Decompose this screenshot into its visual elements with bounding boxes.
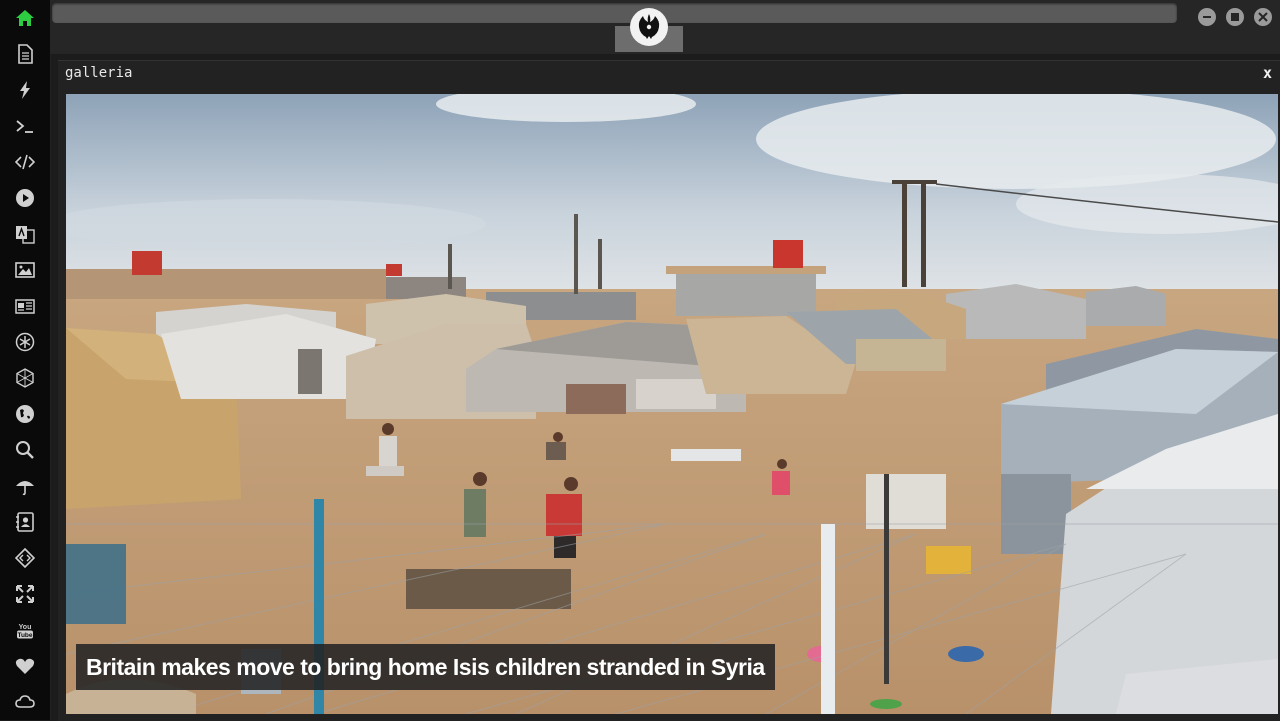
maximize-button[interactable] xyxy=(1226,8,1244,26)
hexagon-icon[interactable] xyxy=(0,363,50,393)
home-icon[interactable] xyxy=(0,3,50,33)
gallery-window: galleria x Britain makes move to bring h… xyxy=(58,60,1280,721)
lightning-icon[interactable] xyxy=(0,75,50,105)
youtube-icon[interactable]: You Tube xyxy=(0,615,50,645)
close-window-button[interactable] xyxy=(1254,8,1272,26)
document-icon[interactable] xyxy=(0,39,50,69)
diamond-code-icon[interactable] xyxy=(0,543,50,573)
contact-icon[interactable] xyxy=(0,507,50,537)
globe-icon[interactable] xyxy=(0,399,50,429)
top-bar xyxy=(50,0,1280,54)
close-gallery-button[interactable]: x xyxy=(1263,64,1272,82)
search-icon[interactable] xyxy=(0,435,50,465)
play-icon[interactable] xyxy=(0,183,50,213)
terminal-icon[interactable] xyxy=(0,111,50,141)
news-icon[interactable] xyxy=(0,291,50,321)
image-icon[interactable] xyxy=(0,255,50,285)
cloud-icon[interactable] xyxy=(0,687,50,717)
asterisk-icon[interactable] xyxy=(0,327,50,357)
svg-text:You: You xyxy=(19,624,32,631)
gallery-photo[interactable]: Britain makes move to bring home Isis ch… xyxy=(66,94,1278,714)
window-title: galleria xyxy=(65,65,133,81)
camp-photo-illustration xyxy=(66,94,1278,714)
code-icon[interactable] xyxy=(0,147,50,177)
svg-text:Tube: Tube xyxy=(17,632,32,639)
rebel-alliance-logo-icon[interactable] xyxy=(630,8,668,46)
umbrella-icon[interactable] xyxy=(0,471,50,501)
translate-icon[interactable] xyxy=(0,219,50,249)
minimize-button[interactable] xyxy=(1198,8,1216,26)
heart-icon[interactable] xyxy=(0,651,50,681)
address-bar[interactable] xyxy=(52,3,1177,23)
photo-caption: Britain makes move to bring home Isis ch… xyxy=(76,644,775,690)
expand-icon[interactable] xyxy=(0,579,50,609)
app-dock: You Tube xyxy=(0,0,51,720)
